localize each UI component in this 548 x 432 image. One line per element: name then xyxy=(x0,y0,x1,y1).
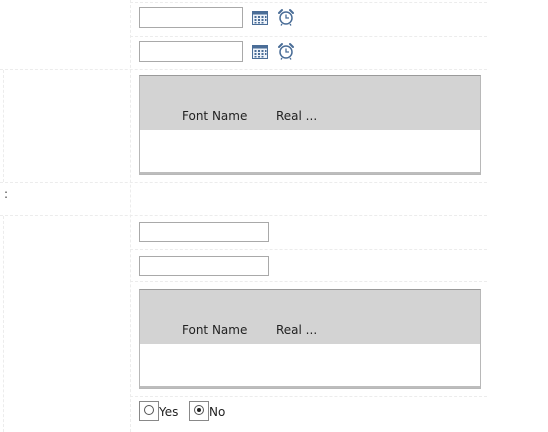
grid-header: Font Name Real ... xyxy=(140,76,480,130)
datetime-field-1[interactable] xyxy=(139,7,243,28)
column-guide xyxy=(3,216,4,432)
datetime-field-2[interactable] xyxy=(139,41,243,62)
text-field-1[interactable] xyxy=(139,222,269,242)
radio-yes-label[interactable]: Yes xyxy=(159,405,178,419)
calendar-icon[interactable] xyxy=(251,9,269,27)
row-separator xyxy=(130,396,487,397)
row-separator xyxy=(130,2,487,3)
alarm-clock-icon[interactable] xyxy=(277,42,295,60)
alarm-clock-icon[interactable] xyxy=(277,8,295,26)
radio-yes-indicator xyxy=(144,405,154,415)
column-guide xyxy=(130,0,131,432)
row-separator xyxy=(130,36,487,37)
column-header-real[interactable]: Real ... xyxy=(276,109,317,123)
grid-footer-bar xyxy=(140,386,480,388)
column-header-font-name[interactable]: Font Name xyxy=(182,323,247,337)
column-guide xyxy=(3,70,4,182)
column-header-real[interactable]: Real ... xyxy=(276,323,317,337)
row-separator xyxy=(0,69,487,70)
grid-footer-bar xyxy=(140,172,480,174)
row-separator xyxy=(0,182,487,183)
grid-header: Font Name Real ... xyxy=(140,290,480,344)
radio-no-indicator xyxy=(194,405,204,415)
radio-no-label[interactable]: No xyxy=(209,405,225,419)
row-separator xyxy=(130,249,487,250)
radio-no[interactable] xyxy=(189,401,209,421)
font-grid-1[interactable]: Font Name Real ... xyxy=(139,75,481,175)
font-grid-2[interactable]: Font Name Real ... xyxy=(139,289,481,389)
text-field-2[interactable] xyxy=(139,256,269,276)
calendar-icon[interactable] xyxy=(251,43,269,61)
row-separator xyxy=(130,281,487,282)
row-marker: : xyxy=(4,187,9,201)
column-header-font-name[interactable]: Font Name xyxy=(182,109,247,123)
row-separator xyxy=(0,215,487,216)
radio-yes[interactable] xyxy=(139,401,159,421)
